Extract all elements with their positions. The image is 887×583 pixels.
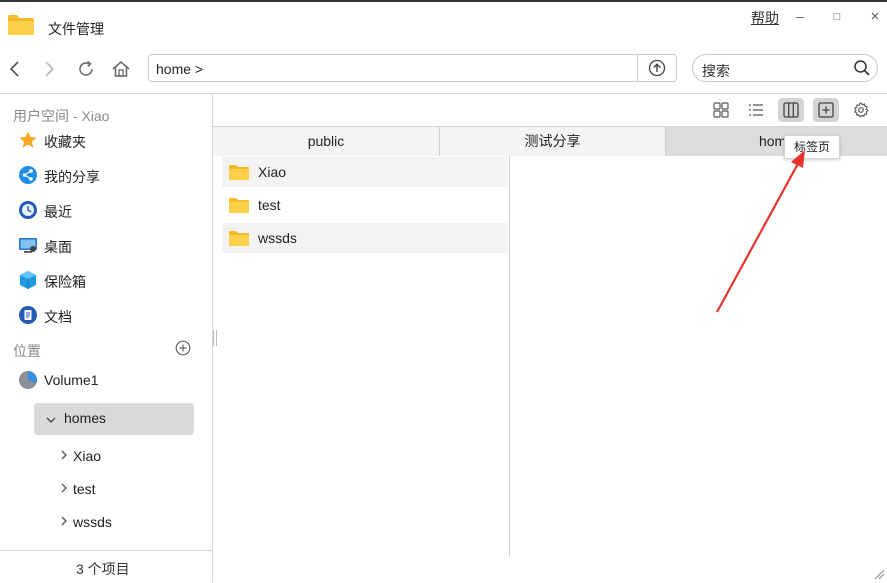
folder-app-icon <box>8 15 34 35</box>
tree-item-label: test <box>73 481 96 497</box>
list-item[interactable]: test <box>222 190 508 220</box>
help-link[interactable]: 帮助 <box>751 8 779 28</box>
tab-home[interactable]: home <box>666 127 887 156</box>
upload-arrow-icon <box>648 59 666 77</box>
column-view-button[interactable] <box>778 98 804 122</box>
sidebar-item-recent[interactable]: 最近 <box>18 198 208 224</box>
settings-button[interactable] <box>848 98 874 122</box>
back-arrow-icon[interactable] <box>4 58 26 80</box>
tree-item-label: homes <box>64 410 107 426</box>
add-location-icon[interactable] <box>175 340 191 356</box>
star-icon <box>19 131 37 148</box>
sidebar-item-label: 保险箱 <box>44 274 86 290</box>
resize-grip-icon[interactable] <box>873 568 885 580</box>
title-bar: 文件管理 帮助 – □ × <box>0 2 887 48</box>
columns-icon <box>783 102 799 118</box>
gear-icon <box>853 102 869 118</box>
chevron-down-icon <box>46 417 56 423</box>
forward-arrow-icon[interactable] <box>38 58 60 80</box>
sidebar-item-safe-box[interactable]: 保险箱 <box>18 268 208 294</box>
folder-icon <box>229 231 249 246</box>
folder-icon <box>229 198 249 213</box>
tree-item-label: Xiao <box>73 448 102 464</box>
address-path[interactable]: home > <box>156 61 203 77</box>
folder-icon <box>229 165 249 180</box>
view-toolbar <box>213 94 887 126</box>
maximize-button[interactable]: □ <box>828 8 846 26</box>
chevron-right-icon <box>61 483 67 493</box>
pane-splitter[interactable] <box>213 330 217 346</box>
grid-view-button[interactable] <box>708 98 734 122</box>
file-name: Xiao <box>258 164 287 180</box>
tree-item-homes[interactable]: homes <box>34 403 194 435</box>
home-icon[interactable] <box>110 58 132 80</box>
sidebar-item-my-shares[interactable]: 我的分享 <box>18 163 208 189</box>
sidebar-item-label: 收藏夹 <box>44 134 86 150</box>
document-icon <box>19 306 37 324</box>
clock-icon <box>19 201 37 219</box>
volume-pie-icon <box>19 371 38 389</box>
share-icon <box>19 166 37 184</box>
navigation-toolbar: home > 搜索 <box>0 48 887 92</box>
sidebar-item-favorites[interactable]: 收藏夹 <box>18 128 208 154</box>
list-view-button[interactable] <box>743 98 769 122</box>
item-count: 3 个项目 <box>76 561 130 577</box>
file-name: wssds <box>258 230 297 246</box>
grid-icon <box>713 102 729 118</box>
search-input[interactable]: 搜索 <box>702 61 730 81</box>
search-box[interactable]: 搜索 <box>692 54 878 82</box>
add-tab-icon <box>818 102 834 118</box>
location-header: 位置 <box>13 343 41 359</box>
tree-item-label: wssds <box>73 514 112 530</box>
close-button[interactable]: × <box>866 8 884 26</box>
sidebar-item-documents[interactable]: 文档 <box>18 303 208 329</box>
desktop-icon <box>19 238 37 253</box>
sidebar-item-volume[interactable]: Volume1 <box>18 368 208 394</box>
sidebar-item-label: 我的分享 <box>44 169 100 185</box>
sidebar: 用户空间 - Xiao 收藏夹 我的分享 最近 桌面 保险箱 文档 位置 Vol… <box>0 94 213 582</box>
new-tab-button[interactable] <box>813 98 839 122</box>
list-item[interactable]: wssds <box>222 223 508 253</box>
file-column: Xiao test wssds <box>222 156 509 556</box>
parent-folder-button[interactable] <box>637 55 676 81</box>
refresh-icon[interactable] <box>75 58 97 80</box>
list-icon <box>749 104 763 116</box>
safe-box-icon <box>20 271 36 289</box>
app-title: 文件管理 <box>48 21 104 37</box>
tab-test-share[interactable]: 测试分享 <box>440 127 666 156</box>
search-icon[interactable] <box>853 59 871 77</box>
address-bar[interactable]: home > <box>148 54 677 82</box>
chevron-right-icon <box>61 516 67 526</box>
sidebar-item-label: 文档 <box>44 309 72 325</box>
new-tab-tooltip: 标签页 <box>784 135 840 159</box>
tab-public[interactable]: public <box>213 127 440 156</box>
file-name: test <box>258 197 281 213</box>
sidebar-item-label: 桌面 <box>44 239 72 255</box>
column-divider <box>509 156 510 556</box>
list-item[interactable]: Xiao <box>222 157 508 187</box>
user-space-header: 用户空间 - Xiao <box>13 108 110 124</box>
chevron-right-icon <box>61 450 67 460</box>
minimize-button[interactable]: – <box>791 8 809 26</box>
sidebar-item-desktop[interactable]: 桌面 <box>18 233 208 259</box>
sidebar-item-label: 最近 <box>44 204 72 220</box>
sidebar-item-label: Volume1 <box>44 372 99 388</box>
status-footer: 3 个项目 <box>0 550 212 583</box>
